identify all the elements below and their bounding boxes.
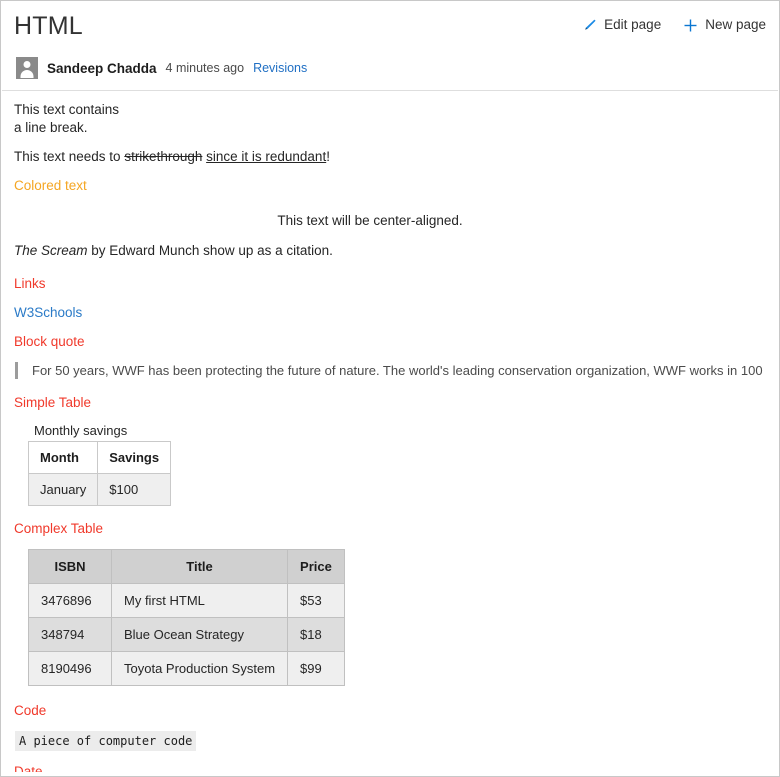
header-actions: Edit page New page [582, 11, 766, 33]
author-timestamp: 4 minutes ago [165, 61, 245, 75]
complex-cell-title: Blue Ocean Strategy [110, 616, 289, 652]
wiki-page: HTML Edit page New page Sandeep Chadda 4… [0, 0, 780, 777]
complex-col-title: Title [110, 548, 289, 584]
complex-cell-isbn: 348794 [28, 616, 112, 652]
new-page-label: New page [705, 17, 766, 32]
center-aligned-text: This text will be center-aligned. [277, 212, 463, 228]
complex-col-isbn: ISBN [28, 548, 112, 584]
complex-cell-isbn: 8190496 [28, 650, 112, 686]
simple-table: Month Savings January $100 [27, 440, 172, 506]
revisions-link[interactable]: Revisions [253, 61, 307, 75]
code-heading: Code [14, 702, 47, 718]
citation-rest: by Edward Munch show up as a citation. [87, 242, 333, 258]
avatar-head [23, 61, 31, 68]
page-header: HTML Edit page New page [1, 1, 779, 47]
complex-cell-price: $99 [287, 650, 345, 686]
page-content: This text contains a line break. This te… [1, 91, 779, 772]
simple-cell-month: January [27, 472, 99, 506]
simple-col-savings: Savings [97, 440, 172, 474]
complex-col-price: Price [287, 548, 345, 584]
simple-col-month: Month [27, 440, 99, 474]
edit-page-label: Edit page [604, 17, 662, 32]
date-heading: Date [14, 763, 43, 772]
blockquote: For 50 years, WWF has been protecting th… [15, 361, 766, 379]
line-break-line-1: This text contains [14, 102, 120, 117]
complex-cell-price: $18 [287, 616, 345, 652]
table-row: 348794 Blue Ocean Strategy $18 [28, 616, 345, 652]
simple-cell-savings: $100 [97, 472, 172, 506]
links-heading: Links [14, 275, 46, 291]
underlined-text: since it is redundant [206, 149, 327, 164]
complex-table-heading: Complex Table [14, 520, 104, 536]
avatar-body [20, 70, 34, 78]
line-break-line-2: a line break. [14, 119, 88, 135]
code-block: A piece of computer code [15, 730, 197, 751]
citation-paragraph: The Scream by Edward Munch show up as a … [14, 242, 766, 259]
complex-cell-isbn: 3476896 [28, 582, 112, 618]
citation-title: The Scream [14, 242, 88, 258]
simple-table-heading: Simple Table [14, 394, 92, 410]
author-name: Sandeep Chadda [47, 60, 157, 76]
user-avatar-icon [16, 57, 38, 79]
date-heading-clipped: Date [14, 763, 766, 772]
complex-cell-title: My first HTML [110, 582, 289, 618]
complex-cell-title: Toyota Production System [110, 650, 289, 686]
table-row: 8190496 Toyota Production System $99 [28, 650, 345, 686]
strikethrough-prefix: This text needs to [14, 149, 125, 164]
edit-page-button[interactable]: Edit page [582, 17, 661, 33]
pencil-icon [582, 18, 597, 33]
table-header-row: ISBN Title Price [28, 548, 345, 584]
simple-table-caption: Monthly savings [34, 422, 128, 438]
table-row: 3476896 My first HTML $53 [28, 582, 345, 618]
table-row: January $100 [27, 472, 172, 506]
strikethrough-paragraph: This text needs to strikethrough since i… [14, 148, 766, 166]
new-page-button[interactable]: New page [683, 17, 766, 33]
strikethrough-text: strikethrough [124, 149, 203, 164]
page-title: HTML [14, 12, 83, 40]
blockquote-heading: Block quote [14, 333, 85, 349]
author-row: Sandeep Chadda 4 minutes ago Revisions [1, 47, 779, 90]
complex-table: ISBN Title Price 3476896 My first HTML $… [28, 548, 345, 686]
strikethrough-suffix: ! [326, 149, 330, 164]
complex-cell-price: $53 [287, 582, 345, 618]
table-header-row: Month Savings [27, 440, 172, 474]
w3schools-link[interactable]: W3Schools [14, 304, 82, 321]
colored-text: Colored text [14, 177, 87, 193]
line-break-paragraph: This text contains a line break. [14, 101, 766, 136]
plus-icon [683, 18, 698, 33]
